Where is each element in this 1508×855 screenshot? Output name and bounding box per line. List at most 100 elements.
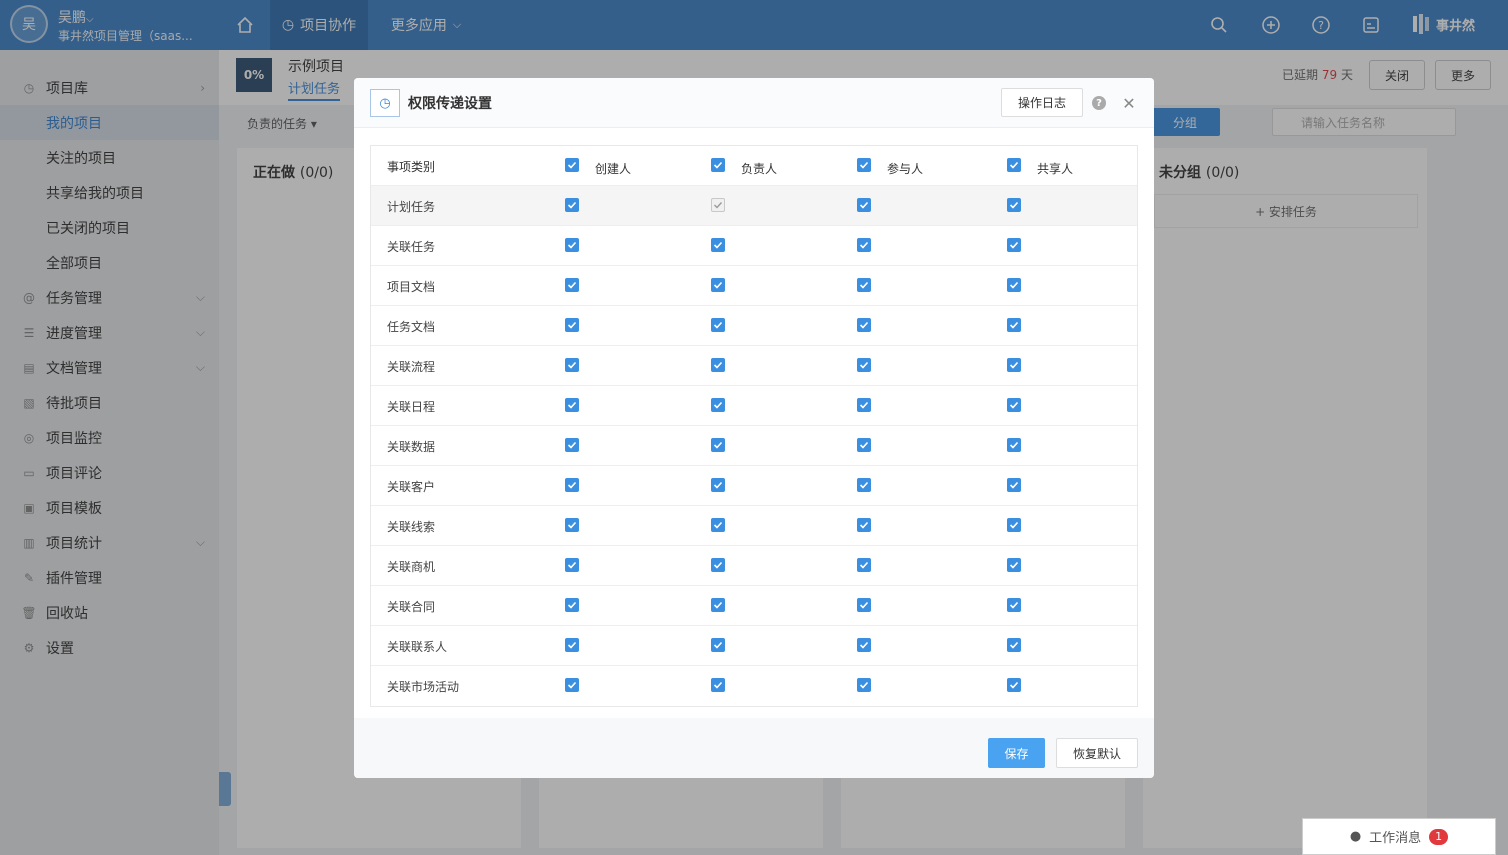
reset-default-button[interactable]: 恢复默认	[1056, 738, 1138, 768]
permission-checkbox[interactable]	[711, 518, 725, 532]
work-messages[interactable]: ● 工作消息 1	[1302, 818, 1496, 855]
permission-checkbox[interactable]	[857, 558, 871, 572]
permission-checkbox[interactable]	[857, 478, 871, 492]
permission-checkbox[interactable]	[565, 398, 579, 412]
permission-checkbox[interactable]	[711, 318, 725, 332]
row-label: 计划任务	[387, 200, 436, 214]
row-label: 关联市场活动	[387, 680, 460, 694]
permission-checkbox[interactable]	[565, 198, 579, 212]
row-label: 项目文档	[387, 280, 436, 294]
table-row: 关联市场活动	[371, 666, 1137, 706]
save-button[interactable]: 保存	[988, 738, 1045, 768]
permission-checkbox[interactable]	[1007, 478, 1021, 492]
permission-checkbox[interactable]	[711, 598, 725, 612]
modal-header: ◷ 权限传递设置 操作日志 ? ✕	[354, 78, 1154, 128]
permission-checkbox[interactable]	[1007, 398, 1021, 412]
permission-checkbox[interactable]	[711, 558, 725, 572]
header-category: 事项类别	[387, 160, 436, 174]
permission-checkbox[interactable]	[857, 598, 871, 612]
table-row: 关联日程	[371, 386, 1137, 426]
permission-checkbox[interactable]	[857, 398, 871, 412]
chat-icon: ●	[1349, 829, 1362, 844]
permission-checkbox[interactable]	[1007, 438, 1021, 452]
permission-checkbox[interactable]	[1007, 198, 1021, 212]
table-row: 关联客户	[371, 466, 1137, 506]
permission-checkbox[interactable]	[857, 358, 871, 372]
permission-checkbox[interactable]	[711, 678, 725, 692]
table-row: 关联商机	[371, 546, 1137, 586]
row-label: 关联任务	[387, 240, 436, 254]
table-header-row: 事项类别 创建人 负责人 参与人 共享人	[371, 146, 1137, 186]
permission-checkbox[interactable]	[857, 438, 871, 452]
table-row: 计划任务	[371, 186, 1137, 226]
close-icon[interactable]: ✕	[1120, 94, 1138, 113]
table-row: 关联数据	[371, 426, 1137, 466]
permission-checkbox[interactable]	[565, 638, 579, 652]
permission-checkbox[interactable]	[1007, 278, 1021, 292]
row-label: 关联日程	[387, 400, 436, 414]
permission-checkbox[interactable]	[1007, 518, 1021, 532]
permission-checkbox[interactable]	[565, 478, 579, 492]
table-row: 关联合同	[371, 586, 1137, 626]
permission-table: 事项类别 创建人 负责人 参与人 共享人计划任务关联任务项目文档任务文档关联流程关联日程…	[370, 145, 1138, 707]
permission-checkbox[interactable]	[1007, 638, 1021, 652]
header-role: 负责人	[741, 162, 778, 176]
table-row: 项目文档	[371, 266, 1137, 306]
permission-checkbox[interactable]	[857, 518, 871, 532]
permission-modal: ◷ 权限传递设置 操作日志 ? ✕ 事项类别 创建人 负责人 参与人 共享人计划任务关联…	[354, 78, 1154, 778]
permission-checkbox[interactable]	[565, 518, 579, 532]
table-row: 关联流程	[371, 346, 1137, 386]
permission-checkbox	[711, 198, 725, 212]
permission-checkbox[interactable]	[1007, 558, 1021, 572]
select-all-checkbox[interactable]	[711, 158, 725, 172]
permission-checkbox[interactable]	[857, 638, 871, 652]
header-role: 参与人	[887, 162, 924, 176]
permission-checkbox[interactable]	[857, 678, 871, 692]
table-row: 任务文档	[371, 306, 1137, 346]
table-row: 关联联系人	[371, 626, 1137, 666]
permission-checkbox[interactable]	[857, 238, 871, 252]
table-row: 关联任务	[371, 226, 1137, 266]
select-all-checkbox[interactable]	[565, 158, 579, 172]
permission-checkbox[interactable]	[565, 558, 579, 572]
permission-checkbox[interactable]	[711, 278, 725, 292]
permission-checkbox[interactable]	[857, 198, 871, 212]
modal-title: 权限传递设置	[408, 96, 492, 112]
permission-checkbox[interactable]	[1007, 238, 1021, 252]
permission-checkbox[interactable]	[1007, 318, 1021, 332]
permission-checkbox[interactable]	[565, 598, 579, 612]
permission-checkbox[interactable]	[711, 358, 725, 372]
select-all-checkbox[interactable]	[1007, 158, 1021, 172]
row-label: 关联联系人	[387, 640, 448, 654]
row-label: 关联流程	[387, 360, 436, 374]
permission-checkbox[interactable]	[1007, 358, 1021, 372]
permission-checkbox[interactable]	[565, 278, 579, 292]
operation-log-button[interactable]: 操作日志	[1001, 88, 1083, 117]
select-all-checkbox[interactable]	[857, 158, 871, 172]
permission-checkbox[interactable]	[1007, 598, 1021, 612]
permission-checkbox[interactable]	[711, 438, 725, 452]
header-role: 共享人	[1037, 162, 1074, 176]
row-label: 任务文档	[387, 320, 436, 334]
permission-checkbox[interactable]	[565, 238, 579, 252]
row-label: 关联数据	[387, 440, 436, 454]
permission-checkbox[interactable]	[565, 358, 579, 372]
permission-checkbox[interactable]	[565, 438, 579, 452]
permission-checkbox[interactable]	[565, 678, 579, 692]
row-label: 关联线索	[387, 520, 436, 534]
permission-checkbox[interactable]	[1007, 678, 1021, 692]
permission-checkbox[interactable]	[711, 478, 725, 492]
permission-checkbox[interactable]	[711, 238, 725, 252]
permission-checkbox[interactable]	[857, 318, 871, 332]
row-label: 关联合同	[387, 600, 436, 614]
permission-checkbox[interactable]	[711, 398, 725, 412]
permission-checkbox[interactable]	[565, 318, 579, 332]
row-label: 关联商机	[387, 560, 436, 574]
permission-checkbox[interactable]	[711, 638, 725, 652]
message-count-badge: 1	[1429, 828, 1449, 845]
header-role: 创建人	[595, 162, 632, 176]
permission-checkbox[interactable]	[857, 278, 871, 292]
row-label: 关联客户	[387, 480, 436, 494]
clock-icon: ◷	[370, 89, 400, 117]
help-icon[interactable]: ?	[1092, 96, 1106, 110]
